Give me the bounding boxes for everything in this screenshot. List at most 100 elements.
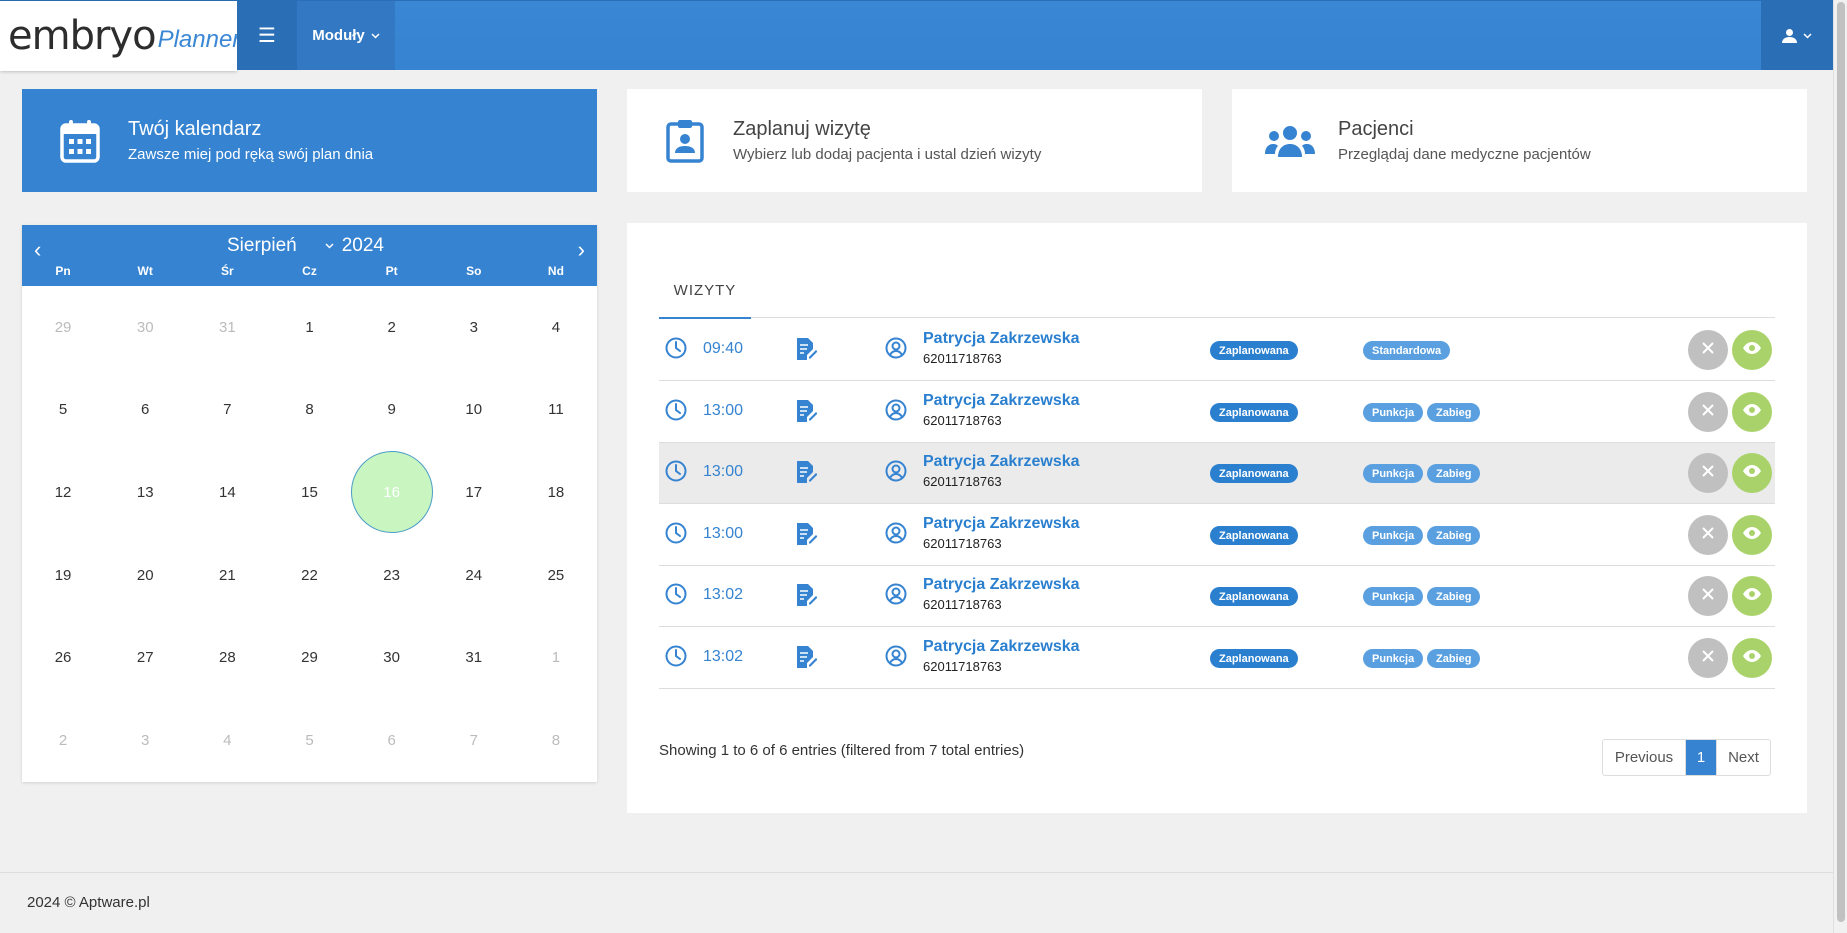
cancel-visit-button[interactable] xyxy=(1688,392,1728,432)
calendar-day[interactable]: 31 xyxy=(186,286,268,369)
cancel-visit-button[interactable] xyxy=(1688,453,1728,493)
calendar-day[interactable]: 24 xyxy=(433,534,515,617)
modules-dropdown[interactable]: Moduły xyxy=(297,1,395,70)
month-select[interactable]: Sierpień xyxy=(227,235,334,257)
calendar-card[interactable]: Twój kalendarz Zawsze miej pod ręką swój… xyxy=(22,89,597,192)
calendar-day[interactable]: 3 xyxy=(104,699,186,782)
calendar-day[interactable]: 4 xyxy=(515,286,597,369)
visit-time[interactable]: 13:02 xyxy=(703,586,743,604)
view-visit-button[interactable] xyxy=(1732,576,1772,616)
day-number: 3 xyxy=(469,318,478,336)
calendar-day[interactable]: 4 xyxy=(186,699,268,782)
patient-name-link[interactable]: Patrycja Zakrzewska xyxy=(923,576,1080,594)
calendar-day[interactable]: 12 xyxy=(22,451,104,534)
calendar-day[interactable]: 7 xyxy=(186,369,268,452)
calendar-day[interactable]: 29 xyxy=(268,616,350,699)
visit-type-badge: Zabieg xyxy=(1427,464,1481,483)
day-number: 7 xyxy=(223,401,232,419)
patient-pesel: 62011718763 xyxy=(923,351,1002,366)
calendar-day[interactable]: 22 xyxy=(268,534,350,617)
calendar-day[interactable]: 2 xyxy=(351,286,433,369)
calendar-day[interactable]: 30 xyxy=(351,616,433,699)
weekday-label: So xyxy=(466,264,482,278)
calendar-day[interactable]: 27 xyxy=(104,616,186,699)
calendar-day[interactable]: 26 xyxy=(22,616,104,699)
cancel-visit-button[interactable] xyxy=(1688,576,1728,616)
calendar-day[interactable]: 8 xyxy=(515,699,597,782)
patients-card[interactable]: Pacjenci Przeglądaj dane medyczne pacjen… xyxy=(1232,89,1807,192)
user-menu-button[interactable] xyxy=(1761,1,1833,70)
calendar-day[interactable]: 7 xyxy=(433,699,515,782)
visit-time[interactable]: 09:40 xyxy=(703,340,743,358)
calendar-day[interactable]: 1 xyxy=(515,616,597,699)
calendar-day[interactable]: 29 xyxy=(22,286,104,369)
user-circle-icon xyxy=(885,583,907,610)
patient-pesel: 62011718763 xyxy=(923,659,1002,674)
cancel-visit-button[interactable] xyxy=(1688,638,1728,678)
brand-logo[interactable]: embryo Planner xyxy=(0,1,240,71)
view-visit-button[interactable] xyxy=(1732,515,1772,555)
view-visit-button[interactable] xyxy=(1732,392,1772,432)
previous-page-button[interactable]: Previous xyxy=(1603,740,1686,775)
view-visit-button[interactable] xyxy=(1732,453,1772,493)
brand-name: embryo xyxy=(8,13,157,59)
chevron-right-icon[interactable]: › xyxy=(578,237,585,263)
edit-document-icon[interactable] xyxy=(795,645,818,674)
calendar-day[interactable]: 20 xyxy=(104,534,186,617)
page-scrollbar[interactable] xyxy=(1833,0,1847,933)
calendar-day[interactable]: 18 xyxy=(515,451,597,534)
visit-time[interactable]: 13:00 xyxy=(703,402,743,420)
calendar-day[interactable]: 1 xyxy=(268,286,350,369)
calendar-day[interactable]: 14 xyxy=(186,451,268,534)
calendar-day[interactable]: 2 xyxy=(22,699,104,782)
calendar-day-today[interactable]: 16 xyxy=(350,451,433,534)
view-visit-button[interactable] xyxy=(1732,638,1772,678)
visit-time[interactable]: 13:00 xyxy=(703,463,743,481)
calendar-day[interactable]: 8 xyxy=(268,369,350,452)
edit-document-icon[interactable] xyxy=(795,337,818,366)
calendar-day[interactable]: 15 xyxy=(268,451,350,534)
calendar-day[interactable]: 3 xyxy=(433,286,515,369)
calendar-day[interactable]: 23 xyxy=(351,534,433,617)
tab-wizyty[interactable]: WIZYTY xyxy=(659,263,751,319)
calendar-day[interactable]: 13 xyxy=(104,451,186,534)
edit-document-icon[interactable] xyxy=(795,522,818,551)
calendar-day[interactable]: 31 xyxy=(433,616,515,699)
day-number: 29 xyxy=(301,649,318,667)
view-visit-button[interactable] xyxy=(1732,330,1772,370)
edit-document-icon[interactable] xyxy=(795,583,818,612)
plan-visit-card[interactable]: Zaplanuj wizytę Wybierz lub dodaj pacjen… xyxy=(627,89,1202,192)
edit-document-icon[interactable] xyxy=(795,460,818,489)
next-page-button[interactable]: Next xyxy=(1716,740,1770,775)
calendar-day[interactable]: 28 xyxy=(186,616,268,699)
calendar-day[interactable]: 5 xyxy=(22,369,104,452)
visit-time[interactable]: 13:00 xyxy=(703,525,743,543)
cancel-visit-button[interactable] xyxy=(1688,515,1728,555)
patient-name-link[interactable]: Patrycja Zakrzewska xyxy=(923,330,1080,348)
calendar-day[interactable]: 21 xyxy=(186,534,268,617)
user-circle-icon xyxy=(885,645,907,672)
menu-toggle-button[interactable]: ☰ xyxy=(237,1,297,70)
calendar-day[interactable]: 10 xyxy=(433,369,515,452)
page-1-button[interactable]: 1 xyxy=(1686,740,1716,775)
patient-name-link[interactable]: Patrycja Zakrzewska xyxy=(923,392,1080,410)
calendar-day[interactable]: 25 xyxy=(515,534,597,617)
chevron-left-icon[interactable]: ‹ xyxy=(34,237,41,263)
calendar-day[interactable]: 19 xyxy=(22,534,104,617)
patient-name-link[interactable]: Patrycja Zakrzewska xyxy=(923,638,1080,656)
edit-document-icon[interactable] xyxy=(795,399,818,428)
calendar-day[interactable]: 17 xyxy=(433,451,515,534)
calendar-day[interactable]: 6 xyxy=(351,699,433,782)
visit-time[interactable]: 13:02 xyxy=(703,648,743,666)
calendar-day[interactable]: 5 xyxy=(268,699,350,782)
scrollbar-thumb[interactable] xyxy=(1837,2,1845,922)
calendar-day[interactable]: 30 xyxy=(104,286,186,369)
cancel-visit-button[interactable] xyxy=(1688,330,1728,370)
day-number: 10 xyxy=(465,401,483,419)
year-input[interactable]: 2024 xyxy=(342,235,384,257)
calendar-day[interactable]: 6 xyxy=(104,369,186,452)
patient-name-link[interactable]: Patrycja Zakrzewska xyxy=(923,453,1080,471)
calendar-day[interactable]: 9 xyxy=(351,369,433,452)
patient-name-link[interactable]: Patrycja Zakrzewska xyxy=(923,515,1080,533)
calendar-day[interactable]: 11 xyxy=(515,369,597,452)
